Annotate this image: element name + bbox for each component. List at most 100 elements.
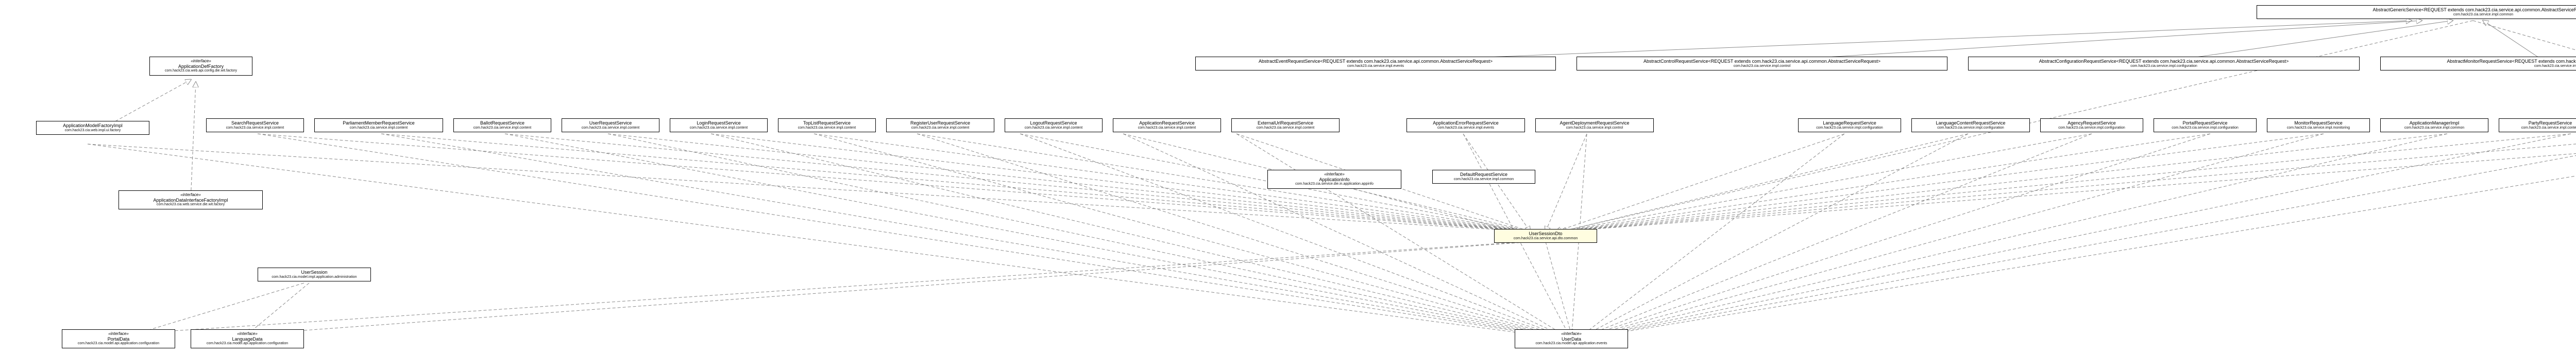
class-portal-request-service: PortalRequestServicecom.hack23.cia.servi… [2154,118,2257,132]
class-name: AbstractConfigurationRequestService<REQU… [1972,59,2356,64]
stereotype: «interface» [1271,172,1398,177]
class-name: LogoutRequestService [1008,120,1099,126]
class-name: ApplicationManagerImpl [2384,120,2485,126]
class-pkg: com.hack23.cia.service.impl.content [457,126,548,130]
class-pkg: com.hack23.cia.service.impl.content [2502,126,2576,130]
class-pkg: com.hack23.cia.service.impl.common [1436,178,1532,182]
class-pkg: com.hack23.cia.web.impl.ui.factory [40,129,146,133]
class-pkg: com.hack23.cia.model.api.application.con… [65,342,172,346]
class-user-session: UserSession com.hack23.cia.model.impl.ap… [258,268,371,281]
class-pkg: com.hack23.cia.web.service.die.wit.facto… [122,203,259,207]
class-external-url-request-service: ExternalUrlRequestServicecom.hack23.cia.… [1231,118,1340,132]
class-name: ApplicationRequestService [1116,120,1217,126]
class-name: LanguageData [194,337,300,342]
class-pkg: com.hack23.cia.service.impl.content [782,126,872,130]
class-pkg: com.hack23.cia.service.impl.content [673,126,764,130]
class-name: PartyRequestService [2502,120,2576,126]
stereotype: «interface» [1518,331,1624,337]
interface-application-admin-model-factory: «interface» ApplicationDataInterfaceFact… [118,190,263,209]
class-default-request-service: DefaultRequestService com.hack23.cia.ser… [1432,170,1535,184]
stereotype: «interface» [122,192,259,198]
class-pkg: com.hack23.cia.service.impl.content [1235,126,1336,130]
class-language-request-service: LanguageRequestServicecom.hack23.cia.ser… [1798,118,1901,132]
class-pkg: com.hack23.cia.service.impl.control [1539,126,1650,130]
class-name: UserSession [261,270,367,275]
class-pkg: com.hack23.cia.service.impl.content [210,126,300,130]
class-name: AbstractEventRequestService<REQUEST exte… [1199,59,1552,64]
class-name: AbstractGenericService<REQUEST extends c… [2260,7,2576,13]
class-pkg: com.hack23.cia.service.api.dto.common [1498,237,1594,241]
class-name: PortalRequestService [2157,120,2253,126]
class-login-request-service: LoginRequestServicecom.hack23.cia.servic… [670,118,768,132]
class-pkg: com.hack23.cia.service.impl.configuratio… [1802,126,1897,130]
class-abstract-configuration-request-service: AbstractConfigurationRequestService<REQU… [1968,57,2360,70]
class-abstract-event-request-service: AbstractEventRequestService<REQUEST exte… [1195,57,1556,70]
interface-portal-data: «interface» PortalData com.hack23.cia.mo… [62,329,175,348]
class-user-request-service: UserRequestServicecom.hack23.cia.service… [562,118,659,132]
class-pkg: com.hack23.cia.service.impl.events [1199,64,1552,68]
class-name: SearchRequestService [210,120,300,126]
class-name: MonitorRequestService [2270,120,2366,126]
class-pkg: com.hack23.cia.service.impl.content [565,126,656,130]
stereotype: «interface» [194,331,300,337]
class-pkg: com.hack23.cia.service.impl.monitoring [2384,64,2576,68]
class-search-request-service: SearchRequestServicecom.hack23.cia.servi… [206,118,304,132]
class-name: UserSessionDto [1498,231,1594,237]
interface-language-data: «interface» LanguageData com.hack23.cia.… [191,329,304,348]
class-name: PortalData [65,337,172,342]
class-abstract-control-request-service: AbstractControlRequestService<REQUEST ex… [1577,57,1947,70]
class-pkg: com.hack23.cia.service.die.in.applicatio… [1271,182,1398,186]
class-language-content-request-service: LanguageContentRequestServicecom.hack23.… [1911,118,2030,132]
class-abstract-monitor-request-service: AbstractMonitorRequestService<REQUEST ex… [2380,57,2576,70]
class-application-error-request-service: ApplicationErrorRequestServicecom.hack23… [1406,118,1525,132]
class-pkg: com.hack23.cia.service.impl.common [2260,13,2576,17]
class-name: AgencyRequestService [2044,120,2140,126]
class-register-user-request-service: RegisterUserRequestServicecom.hack23.cia… [886,118,994,132]
class-name: BallotRequestService [457,120,548,126]
class-name: ParliamentMemberRequestService [318,120,439,126]
interface-user-data: «interface» UserData com.hack23.cia.mode… [1515,329,1628,348]
class-party-request-service: PartyRequestServicecom.hack23.cia.servic… [2499,118,2576,132]
class-name: ApplicationInfo [1271,177,1398,183]
class-parliament-member-request-service: ParliamentMemberRequestServicecom.hack23… [314,118,443,132]
class-agency-request-service: AgencyRequestServicecom.hack23.cia.servi… [2040,118,2143,132]
class-application-request-service: ApplicationRequestServicecom.hack23.cia.… [1113,118,1221,132]
class-name: LanguageContentRequestService [1915,120,2026,126]
class-monitor-request-service: MonitorRequestServicecom.hack23.cia.serv… [2267,118,2370,132]
class-pkg: com.hack23.cia.service.impl.configuratio… [2157,126,2253,130]
class-name: RegisterUserRequestService [890,120,991,126]
class-pkg: com.hack23.cia.service.impl.configuratio… [2044,126,2140,130]
class-pkg: com.hack23.cia.service.impl.control [1580,64,1944,68]
class-ballot-request-service: BallotRequestServicecom.hack23.cia.servi… [453,118,551,132]
class-pkg: com.hack23.cia.service.impl.common [2384,126,2485,130]
class-pkg: com.hack23.cia.model.impl.application.ad… [261,275,367,279]
class-pkg: com.hack23.cia.service.impl.configuratio… [1915,126,2026,130]
class-pkg: com.hack23.cia.service.impl.events [1410,126,1521,130]
class-name: ExternalUrlRequestService [1235,120,1336,126]
class-name: UserData [1518,337,1624,342]
stereotype: «interface» [153,59,249,64]
stereotype: «interface» [65,331,172,337]
class-name: LoginRequestService [673,120,764,126]
class-pkg: com.hack23.cia.service.impl.monitoring [2270,126,2366,130]
class-name: ApplicationModelFactoryImpl [40,123,146,129]
class-name: ApplicationDataInterfaceFactoryImpl [122,198,259,203]
class-pkg: com.hack23.cia.service.impl.configuratio… [1972,64,2356,68]
class-abstract-generic-service: AbstractGenericService<REQUEST extends c… [2257,5,2576,19]
class-pkg: com.hack23.cia.service.impl.content [1116,126,1217,130]
class-name: AbstractMonitorRequestService<REQUEST ex… [2384,59,2576,64]
class-name: AgentDeploymentRequestService [1539,120,1650,126]
class-pkg: com.hack23.cia.web.api.config.die.wit.fa… [153,69,249,73]
class-name: ApplicationErrorRequestService [1410,120,1521,126]
class-pkg: com.hack23.cia.service.impl.content [1008,126,1099,130]
class-toplist-request-service: TopListRequestServicecom.hack23.cia.serv… [778,118,876,132]
interface-application-info: «interface» ApplicationInfo com.hack23.c… [1267,170,1401,189]
class-name: DefaultRequestService [1436,172,1532,178]
class-name: TopListRequestService [782,120,872,126]
class-pkg: com.hack23.cia.model.api.application.con… [194,342,300,346]
class-name: LanguageRequestService [1802,120,1897,126]
class-pkg: com.hack23.cia.service.impl.content [318,126,439,130]
class-name: UserRequestService [565,120,656,126]
class-pkg: com.hack23.cia.model.api.application.eve… [1518,342,1624,346]
class-name: ApplicationDefFactory [153,64,249,69]
